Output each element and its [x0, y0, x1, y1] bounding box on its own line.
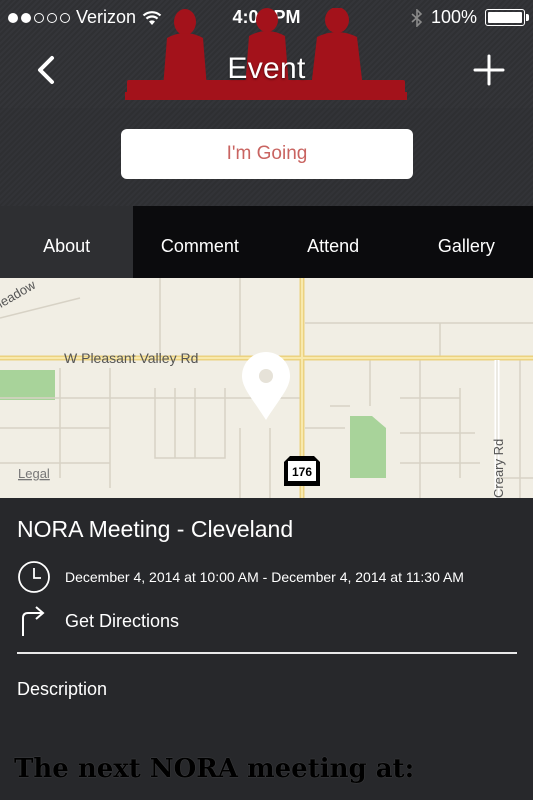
event-map[interactable]: W Pleasant Valley Rd Creary Rd Meadow 17… [0, 278, 533, 498]
tab-comment[interactable]: Comment [133, 206, 266, 278]
divider [17, 652, 517, 654]
tab-attend[interactable]: Attend [267, 206, 400, 278]
im-going-button[interactable]: I'm Going [121, 129, 413, 179]
street-label-creary: Creary Rd [491, 439, 506, 498]
park-area [350, 416, 386, 478]
get-directions-label: Get Directions [65, 610, 180, 631]
rsvp-bar: I'm Going [0, 108, 533, 206]
clock-icon [18, 561, 50, 593]
turn-right-icon [22, 606, 45, 636]
tab-about[interactable]: About [0, 206, 134, 278]
event-time: December 4, 2014 at 10:00 AM - December … [65, 569, 464, 585]
page-title: Event [227, 52, 306, 85]
event-time-row: December 4, 2014 at 10:00 AM - December … [17, 560, 464, 594]
add-button[interactable] [469, 50, 509, 90]
event-title: NORA Meeting - Cleveland [17, 516, 294, 542]
battery-info: 100% [411, 7, 529, 28]
bluetooth-icon [411, 8, 423, 27]
map-legal-link[interactable]: Legal [18, 466, 50, 481]
battery-percent: 100% [430, 7, 477, 27]
park-area [0, 370, 55, 400]
map-canvas: W Pleasant Valley Rd Creary Rd Meadow 17… [0, 278, 533, 498]
tab-gallery[interactable]: Gallery [400, 206, 533, 278]
street-label-pleasant-valley: W Pleasant Valley Rd [64, 350, 198, 366]
description-label: Description [17, 679, 108, 699]
battery-icon [485, 9, 529, 26]
plus-icon [473, 54, 505, 86]
tab-bar: About Comment Attend Gallery [0, 206, 533, 278]
event-details: NORA Meeting - Cleveland December 4, 201… [0, 498, 533, 800]
get-directions-button[interactable]: Get Directions [17, 604, 179, 638]
event-screen: Verizon 4:08 PM 100% Event I'm Going Abo… [0, 0, 533, 800]
top-bar: Verizon 4:08 PM 100% Event [0, 0, 533, 108]
nav-header: Event [0, 8, 533, 108]
route-number: 176 [292, 465, 312, 479]
description-text: The next NORA meeting at: [14, 754, 415, 784]
